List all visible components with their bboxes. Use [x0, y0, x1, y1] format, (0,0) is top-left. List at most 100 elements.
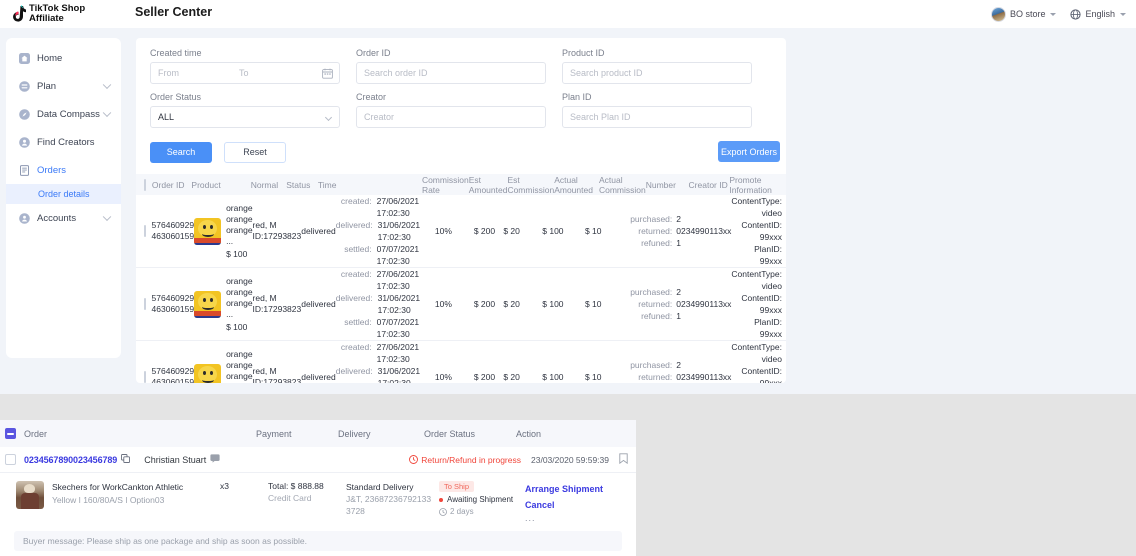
returned-label: returned: [638, 372, 673, 382]
sidebar-item-data-compass[interactable]: Data Compass [6, 100, 121, 128]
filter-label: Creator [356, 92, 387, 102]
refuned-label: refuned: [641, 311, 673, 321]
promo-content-id: ContentID: 99xxx [741, 366, 782, 383]
product-id-input-wrap[interactable]: Search product ID [562, 62, 752, 84]
sidebar-item-plan[interactable]: Plan [6, 72, 121, 100]
order-id-line2: 463060159 [151, 304, 195, 314]
select-all-indeterminate-checkbox[interactable] [5, 428, 16, 439]
message-icon[interactable] [210, 454, 220, 465]
order-id-input-wrap[interactable]: Search order ID [356, 62, 546, 84]
product-name: orange orange orange ... [226, 348, 253, 384]
sidebar-item-home[interactable]: Home [6, 44, 121, 72]
product-quantity: x3 [220, 481, 229, 491]
purchased-value: 2 [676, 360, 681, 370]
col-actual-commission: Actual Commission [598, 174, 646, 195]
sidebar-item-find-creators[interactable]: Find Creators [6, 128, 121, 156]
payment-method: Credit Card [268, 493, 312, 503]
order-id-line1: 576460929 [151, 220, 195, 230]
col-order-status: Order Status [424, 428, 476, 439]
cell-promote-information: ContentType: video ContentID: 99xxx Plan… [731, 195, 786, 267]
language-switcher[interactable]: English [1070, 8, 1126, 20]
time-delivered-value: 31/06/2021 17:02:30 [377, 293, 421, 315]
page-title: Seller Center [135, 5, 213, 19]
refuned-value: 1 [676, 311, 681, 321]
awaiting-shipment-status: Awaiting Shipment [439, 495, 525, 504]
orders-table: Order ID Product Normal Status Time Comm… [136, 174, 786, 383]
row-select-cell[interactable] [136, 371, 152, 383]
more-actions-button[interactable]: ... [525, 513, 635, 523]
checkbox-icon[interactable] [144, 298, 146, 310]
seller-center-app: TikTok Shop Affiliate Seller Center BO s… [0, 0, 1136, 394]
clock-icon [439, 507, 447, 516]
product-text: orange orange orange ... $ 100 [226, 349, 252, 384]
cell-normal: red, M ID:17293823 [253, 366, 302, 383]
tiktok-shop-logo[interactable]: TikTok Shop Affiliate [10, 4, 85, 24]
normal-line1: red, M [252, 293, 277, 303]
cell-actual-commission: $ 10 [584, 299, 602, 309]
logo-text: TikTok Shop Affiliate [29, 4, 85, 24]
cell-est-commission: $ 20 [503, 226, 520, 236]
delivery-info: Standard Delivery J&T, 23687236792133 37… [346, 481, 439, 523]
cell-status: delivered [301, 299, 336, 309]
sidebar-item-accounts[interactable]: Accounts [6, 204, 121, 232]
cell-promote-information: ContentType: video ContentID: 99xxx Plan… [731, 268, 786, 340]
cell-creator-id: 234990113xx [681, 226, 732, 236]
checkbox-icon[interactable] [144, 371, 146, 383]
product-price: $ 100 [226, 248, 248, 259]
filter-creator: Creator Creator [356, 92, 546, 128]
sidebar-subitem-order-details[interactable]: Order details [6, 184, 121, 204]
bookmark-icon[interactable] [619, 453, 628, 466]
store-switcher[interactable]: BO store [990, 6, 1057, 22]
chevron-down-icon [1050, 12, 1057, 16]
select-all-cell[interactable] [136, 178, 152, 191]
reset-button[interactable]: Reset [224, 141, 286, 163]
arrange-shipment-button[interactable]: Arrange Shipment [525, 481, 635, 497]
product-options: Yellow ǀ 160/80A/S ǀ Option03 [52, 495, 165, 505]
data-compass-icon [19, 108, 30, 120]
col-commission-rate: Commission Rate [421, 174, 469, 195]
normal-line1: red, M [252, 366, 277, 376]
logo-line2: Affiliate [29, 13, 64, 24]
time-created-label: created: [340, 342, 372, 352]
home-icon [19, 52, 30, 64]
cell-product: orange orange orange ... $ 100 [194, 349, 253, 384]
product-thumbnail [194, 363, 222, 383]
table-row[interactable]: 576460929 463060159 orange orange orange… [136, 195, 786, 268]
cell-order-id: 576460929 463060159 [152, 293, 195, 315]
created-time-input[interactable]: From To [150, 62, 340, 84]
table-row[interactable]: 576460929 463060159 orange orange orange… [136, 268, 786, 341]
chevron-down-icon [102, 108, 112, 118]
sidebar-item-orders[interactable]: Orders [6, 156, 121, 184]
row-checkbox[interactable] [5, 454, 16, 465]
plan-id-input-wrap[interactable]: Search Plan ID [562, 106, 752, 128]
order-id-line1: 576460929 [151, 366, 195, 376]
search-button[interactable]: Search [150, 141, 212, 163]
order-status-value: ALL [158, 112, 175, 122]
copy-icon[interactable] [121, 454, 131, 465]
promo-plan-id: PlanID: 99xxx [754, 244, 782, 266]
col-number: Number [645, 179, 676, 190]
payment-info: Total: $ 888.88 Credit Card [268, 481, 346, 523]
cell-actual-amounted: $ 100 [542, 226, 564, 236]
export-orders-button[interactable]: Export Orders [718, 141, 780, 162]
cell-commission-rate: 10% [434, 226, 452, 236]
sidebar: Home Plan Data Compass Find Creators Ord… [6, 38, 121, 358]
to-ship-tag: To Ship [439, 481, 475, 492]
order-number[interactable]: 0234567890023456789 [24, 455, 117, 465]
product-price: $ 100 [226, 321, 248, 332]
checkbox-icon[interactable] [144, 225, 146, 237]
cell-normal: red, M ID:17293823 [253, 293, 302, 315]
creator-input-wrap[interactable]: Creator [356, 106, 546, 128]
row-select-cell[interactable] [136, 298, 152, 310]
header-right-controls: BO store English [990, 0, 1126, 28]
tracking-number-line2: 3728 [346, 506, 365, 516]
order-status-select[interactable]: ALL [150, 106, 340, 128]
purchased-value: 2 [676, 214, 681, 224]
calendar-icon[interactable] [322, 68, 333, 81]
col-creator-id: Creator ID [688, 179, 728, 190]
col-action: Action [516, 428, 542, 439]
cancel-button[interactable]: Cancel [525, 497, 635, 513]
checkbox-icon[interactable] [144, 178, 146, 191]
row-select-cell[interactable] [136, 225, 152, 237]
table-row[interactable]: 576460929 463060159 orange orange orange… [136, 341, 786, 383]
